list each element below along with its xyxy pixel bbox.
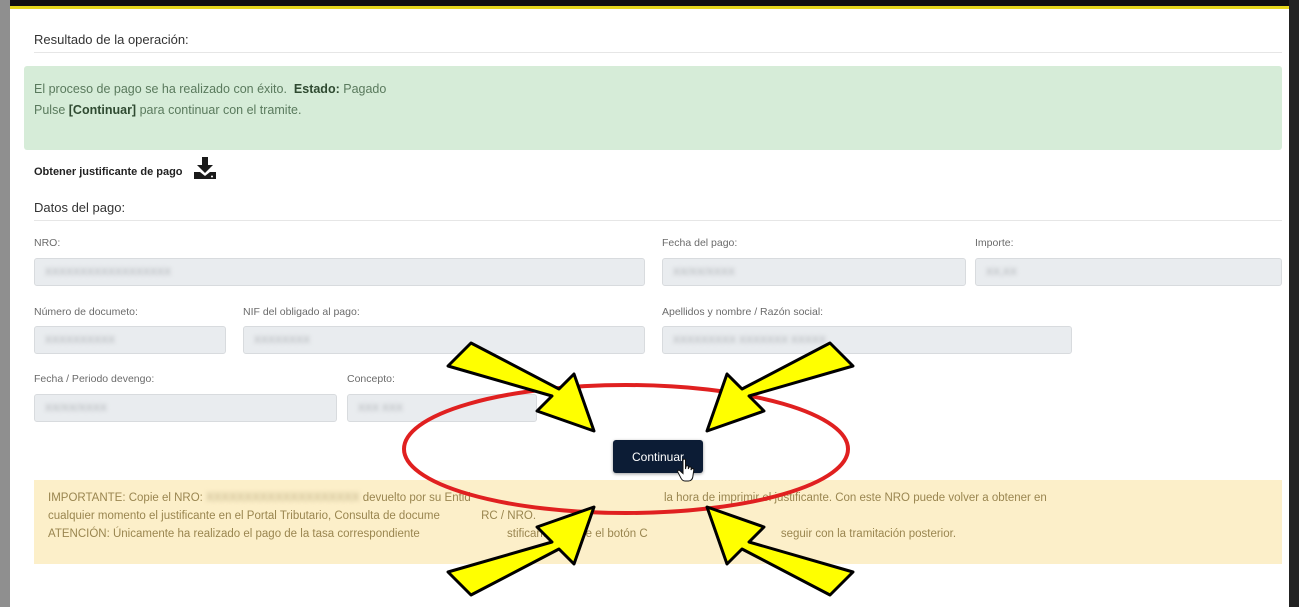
estado-value: Pagado: [343, 82, 387, 96]
fecha-pago-field: XX/XX/XXXX: [662, 258, 966, 286]
download-icon[interactable]: [192, 155, 218, 181]
numero-documento-label: Número de documeto:: [34, 306, 138, 318]
fecha-pago-label: Fecha del pago:: [662, 237, 738, 249]
nif-obligado-value: XXXXXXXX: [254, 334, 311, 346]
nro-value: XXXXXXXXXXXXXXXXXX: [45, 266, 172, 278]
right-edge: [1289, 0, 1299, 607]
concepto-label: Concepto:: [347, 373, 395, 385]
divider: [34, 52, 1282, 53]
numero-documento-field: XXXXXXXXXX: [34, 326, 226, 354]
success-line-2-post: para continuar con el tramite.: [136, 103, 302, 117]
important-line-2-end: RC / NRO.: [481, 510, 537, 522]
apellidos-nombre-label: Apellidos y nombre / Razón social:: [662, 306, 824, 318]
estado-label: Estado:: [293, 82, 340, 96]
important-line-2: cualquier momento el justificante en el …: [48, 510, 536, 522]
nif-obligado-field: XXXXXXXX: [243, 326, 645, 354]
fecha-periodo-label: Fecha / Periodo devengo:: [34, 373, 155, 385]
importe-value: XX,XX: [986, 266, 1017, 278]
important-line-3-pre: ATENCIÓN: Únicamente ha realizado el pag…: [48, 528, 420, 540]
concepto-field: XXX XXX: [347, 394, 537, 422]
success-alert: El proceso de pago se ha realizado con é…: [24, 66, 1282, 150]
nif-obligado-label: NIF del obligado al pago:: [243, 306, 360, 318]
payment-data-title: Datos del pago:: [34, 200, 126, 215]
important-line-2-pre: cualquier momento el justificante en el …: [48, 510, 440, 522]
success-line-2: Pulse [Continuar] para continuar con el …: [34, 103, 301, 117]
nro-label: NRO:: [34, 237, 61, 249]
fecha-pago-value: XX/XX/XXXX: [673, 266, 735, 278]
continuar-mention: [Continuar]: [68, 103, 137, 117]
important-line-3: ATENCIÓN: Únicamente ha realizado el pag…: [48, 528, 956, 540]
left-edge: [0, 0, 10, 607]
nro-redacted: XXXXXXXXXXXXXXXXXXXX: [206, 492, 360, 504]
get-receipt-link[interactable]: Obtener justificante de pago: [34, 166, 183, 178]
important-line-1-end: la hora de imprimir el justificante. Con…: [663, 492, 1047, 504]
window-top-accent: [0, 6, 1299, 9]
important-notice: IMPORTANTE: Copie el NRO: XXXXXXXXXXXXXX…: [34, 480, 1282, 564]
apellidos-nombre-field: XXXXXXXXX XXXXXXX XXXXX: [662, 326, 1072, 354]
arrow-top-right-icon: [705, 341, 855, 433]
success-message: El proceso de pago se ha realizado con é…: [34, 82, 287, 96]
numero-documento-value: XXXXXXXXXX: [45, 334, 116, 346]
success-line-2-pre: Pulse: [34, 103, 69, 117]
divider: [34, 220, 1282, 221]
nro-field: XXXXXXXXXXXXXXXXXX: [34, 258, 645, 286]
importe-label: Importe:: [975, 237, 1014, 249]
apellidos-nombre-value: XXXXXXXXX XXXXXXX XXXXX: [673, 334, 826, 346]
result-title: Resultado de la operación:: [34, 32, 189, 47]
concepto-value: XXX XXX: [358, 402, 403, 414]
fecha-periodo-value: XX/XX/XXXX: [45, 402, 107, 414]
importe-field: XX,XX: [975, 258, 1282, 286]
important-line-3-mid: stificante y pulse el botón C: [507, 528, 648, 540]
important-line-1-pre: IMPORTANTE: Copie el NRO:: [48, 492, 203, 504]
important-line-3-end: seguir con la tramitación posterior.: [780, 528, 957, 540]
hand-cursor-icon: [677, 458, 695, 482]
important-line-1: IMPORTANTE: Copie el NRO: XXXXXXXXXXXXXX…: [48, 492, 1047, 504]
success-line-1: El proceso de pago se ha realizado con é…: [34, 82, 386, 96]
fecha-periodo-field: XX/XX/XXXX: [34, 394, 337, 422]
important-line-1-mid: devuelto por su Entid: [362, 492, 471, 504]
